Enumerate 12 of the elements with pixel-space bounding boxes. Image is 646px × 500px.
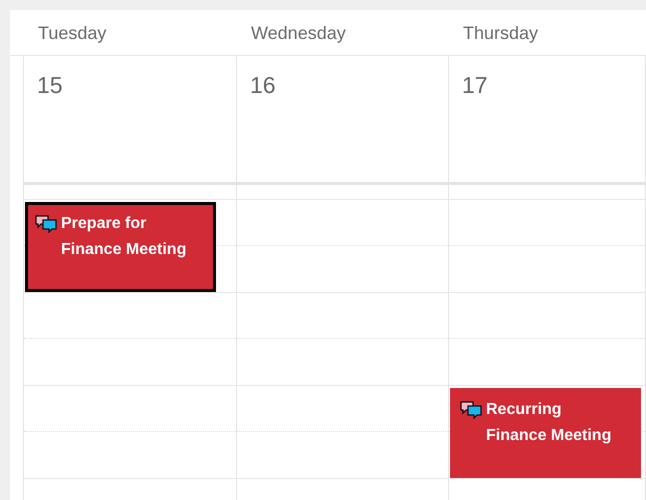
event-title: Recurring Finance Meeting: [486, 400, 612, 446]
date-number: 15: [37, 72, 63, 98]
date-number: 16: [250, 72, 276, 98]
day-name: Thursday: [463, 23, 538, 43]
calendar-event[interactable]: Recurring Finance Meeting: [450, 388, 641, 478]
chat-bubbles-icon: [35, 215, 59, 233]
date-number: 17: [462, 72, 488, 98]
day-name: Wednesday: [251, 23, 346, 43]
event-title: Prepare for Finance Meeting: [61, 214, 188, 260]
chat-bubbles-icon: [460, 401, 484, 419]
calendar-event[interactable]: Prepare for Finance Meeting: [25, 202, 216, 292]
day-name: Tuesday: [38, 23, 106, 43]
